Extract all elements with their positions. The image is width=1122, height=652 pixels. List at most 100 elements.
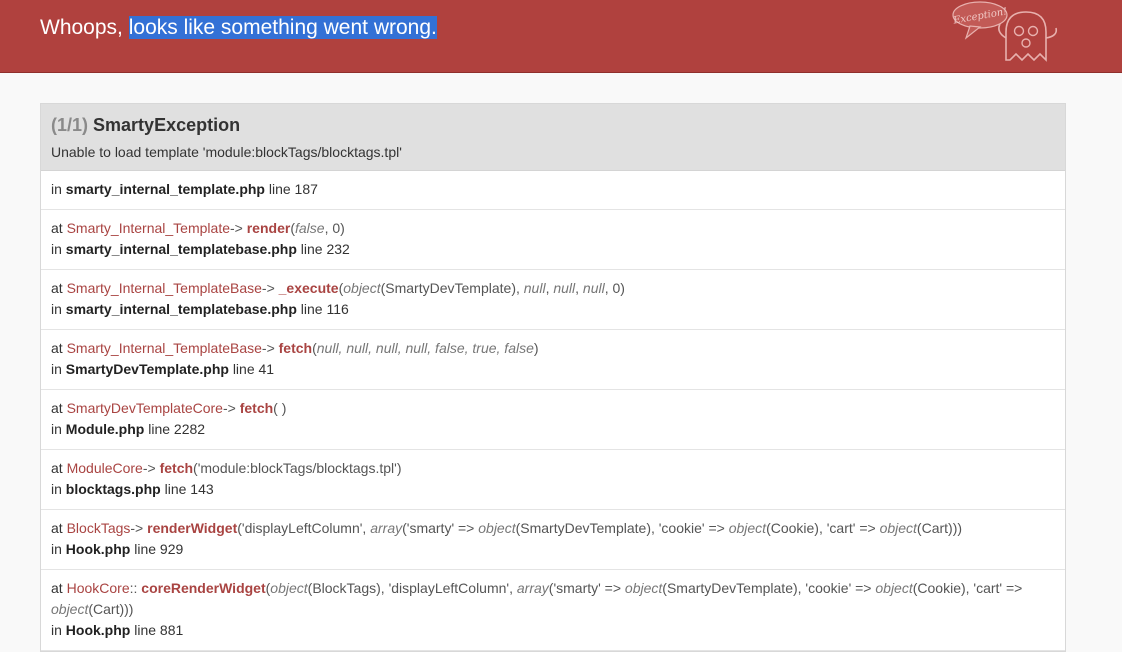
trace-token: ->: [261, 280, 275, 296]
trace-token: ::: [129, 580, 138, 596]
trace-class: SmartyDevTemplateCore: [66, 400, 223, 416]
trace-line: line 116: [300, 301, 349, 317]
trace-token: ): [340, 220, 345, 236]
trace-token: ->: [222, 400, 236, 416]
trace-line: line 2282: [148, 421, 206, 437]
trace-function: _execute: [278, 280, 339, 296]
error-header: Whoops, looks like something went wrong.…: [0, 0, 1122, 73]
title-selected-text[interactable]: looks like something went wrong.: [128, 16, 437, 39]
trace-frame[interactable]: at Smarty_Internal_Template-> render(fal…: [41, 210, 1065, 270]
trace-token: in: [51, 541, 62, 557]
ghost-mascot-icon: Exception!: [951, 1, 1058, 62]
trace-token: ->: [230, 220, 243, 236]
trace-class: Smarty_Internal_TemplateBase: [66, 340, 262, 356]
trace-file: Module.php: [65, 421, 145, 437]
trace-frame[interactable]: at Smarty_Internal_TemplateBase-> _execu…: [41, 270, 1065, 330]
trace-token: ,: [575, 280, 583, 296]
trace-token: at: [51, 400, 63, 416]
trace-function: fetch: [159, 460, 194, 476]
trace-token: false: [294, 220, 325, 236]
trace-token: object: [478, 520, 516, 536]
exception-message: Unable to load template 'module:blockTag…: [51, 144, 402, 160]
trace-token: (BlockTags), 'displayLeftColumn',: [307, 580, 517, 596]
trace-file: smarty_internal_templatebase.php: [65, 301, 297, 317]
trace-class: ModuleCore: [66, 460, 143, 476]
exception-name: SmartyException: [93, 115, 241, 135]
trace-row: in blocktags.php line 143: [51, 479, 1055, 500]
trace-file: blocktags.php: [65, 481, 161, 497]
trace-token: object: [343, 280, 381, 296]
trace-function: fetch: [239, 400, 274, 416]
trace-row: in SmartyDevTemplate.php line 41: [51, 359, 1055, 380]
trace-token: null, null, null, null, false, true, fal…: [316, 340, 534, 356]
trace-token: ): [396, 460, 402, 476]
trace-token: null: [582, 280, 605, 296]
trace-frame[interactable]: at SmartyDevTemplateCore-> fetch( ) in M…: [41, 390, 1065, 450]
trace-token: array: [516, 580, 549, 596]
trace-token: ('smarty' =>: [548, 580, 625, 596]
trace-row: at HookCore:: coreRenderWidget(object(Bl…: [51, 578, 1055, 620]
trace-token: object: [270, 580, 308, 596]
trace-token: 'displayLeftColumn',: [241, 520, 371, 536]
trace-token: ,: [604, 280, 613, 296]
trace-token: ): [620, 280, 625, 296]
trace-token: (SmartyDevTemplate), 'cookie' =>: [515, 520, 729, 536]
trace-token: at: [51, 520, 63, 536]
trace-row: at Smarty_Internal_TemplateBase-> _execu…: [51, 278, 1055, 299]
trace-function: render: [246, 220, 291, 236]
trace-token: (Cookie), 'cart' =>: [912, 580, 1023, 596]
trace-token: array: [370, 520, 403, 536]
trace-token: ( ): [273, 400, 287, 416]
trace-line: line 143: [164, 481, 214, 497]
trace-class: Smarty_Internal_TemplateBase: [66, 280, 262, 296]
trace-token: at: [51, 220, 63, 236]
trace-row: in smarty_internal_templatebase.php line…: [51, 299, 1055, 320]
trace-row: at ModuleCore-> fetch('module:blockTags/…: [51, 458, 1055, 479]
trace-frame[interactable]: at Smarty_Internal_TemplateBase-> fetch(…: [41, 330, 1065, 390]
trace-token: in: [51, 361, 62, 377]
trace-file: Hook.php: [65, 541, 131, 557]
trace-row: at BlockTags-> renderWidget('displayLeft…: [51, 518, 1055, 539]
trace-frame[interactable]: at HookCore:: coreRenderWidget(object(Bl…: [41, 570, 1065, 651]
stack-trace: in smarty_internal_template.php line 187…: [41, 171, 1065, 651]
trace-row: in Hook.php line 929: [51, 539, 1055, 560]
trace-token: (SmartyDevTemplate),: [380, 280, 524, 296]
trace-token: in: [51, 181, 62, 197]
trace-frame[interactable]: at BlockTags-> renderWidget('displayLeft…: [41, 510, 1065, 570]
trace-row: in Hook.php line 881: [51, 620, 1055, 641]
trace-row: at Smarty_Internal_Template-> render(fal…: [51, 218, 1055, 239]
trace-line: line 929: [134, 541, 184, 557]
trace-token: ('smarty' =>: [402, 520, 479, 536]
trace-row: at SmartyDevTemplateCore-> fetch( ): [51, 398, 1055, 419]
trace-function: coreRenderWidget: [141, 580, 266, 596]
trace-token: (Cart))): [916, 520, 963, 536]
trace-token: at: [51, 580, 63, 596]
trace-token: in: [51, 301, 62, 317]
trace-token: object: [875, 580, 913, 596]
trace-line: line 881: [134, 622, 184, 638]
trace-token: ): [533, 340, 539, 356]
trace-line: line 232: [300, 241, 350, 257]
trace-token: (SmartyDevTemplate), 'cookie' =>: [662, 580, 876, 596]
trace-token: ->: [130, 520, 144, 536]
trace-frame[interactable]: at ModuleCore-> fetch('module:blockTags/…: [41, 450, 1065, 510]
trace-line: line 187: [268, 181, 318, 197]
exception-panel: (1/1) SmartyException Unable to load tem…: [40, 103, 1066, 652]
trace-file: smarty_internal_templatebase.php: [65, 241, 297, 257]
trace-row: at Smarty_Internal_TemplateBase-> fetch(…: [51, 338, 1055, 359]
trace-file: SmartyDevTemplate.php: [65, 361, 229, 377]
trace-token: object: [624, 580, 663, 596]
trace-token: at: [51, 280, 63, 296]
trace-token: in: [51, 241, 62, 257]
trace-frame[interactable]: in smarty_internal_template.php line 187: [41, 171, 1065, 210]
trace-token: (Cookie), 'cart' =>: [766, 520, 880, 536]
trace-token: ->: [142, 460, 156, 476]
trace-token: object: [728, 520, 767, 536]
trace-class: Smarty_Internal_Template: [66, 220, 230, 236]
trace-token: at: [51, 340, 63, 356]
trace-row: in smarty_internal_templatebase.php line…: [51, 239, 1055, 260]
exception-header: (1/1) SmartyException Unable to load tem…: [41, 104, 1065, 171]
trace-function: renderWidget: [147, 520, 238, 536]
exception-count: (1/1): [51, 115, 89, 135]
trace-token: ->: [261, 340, 275, 356]
